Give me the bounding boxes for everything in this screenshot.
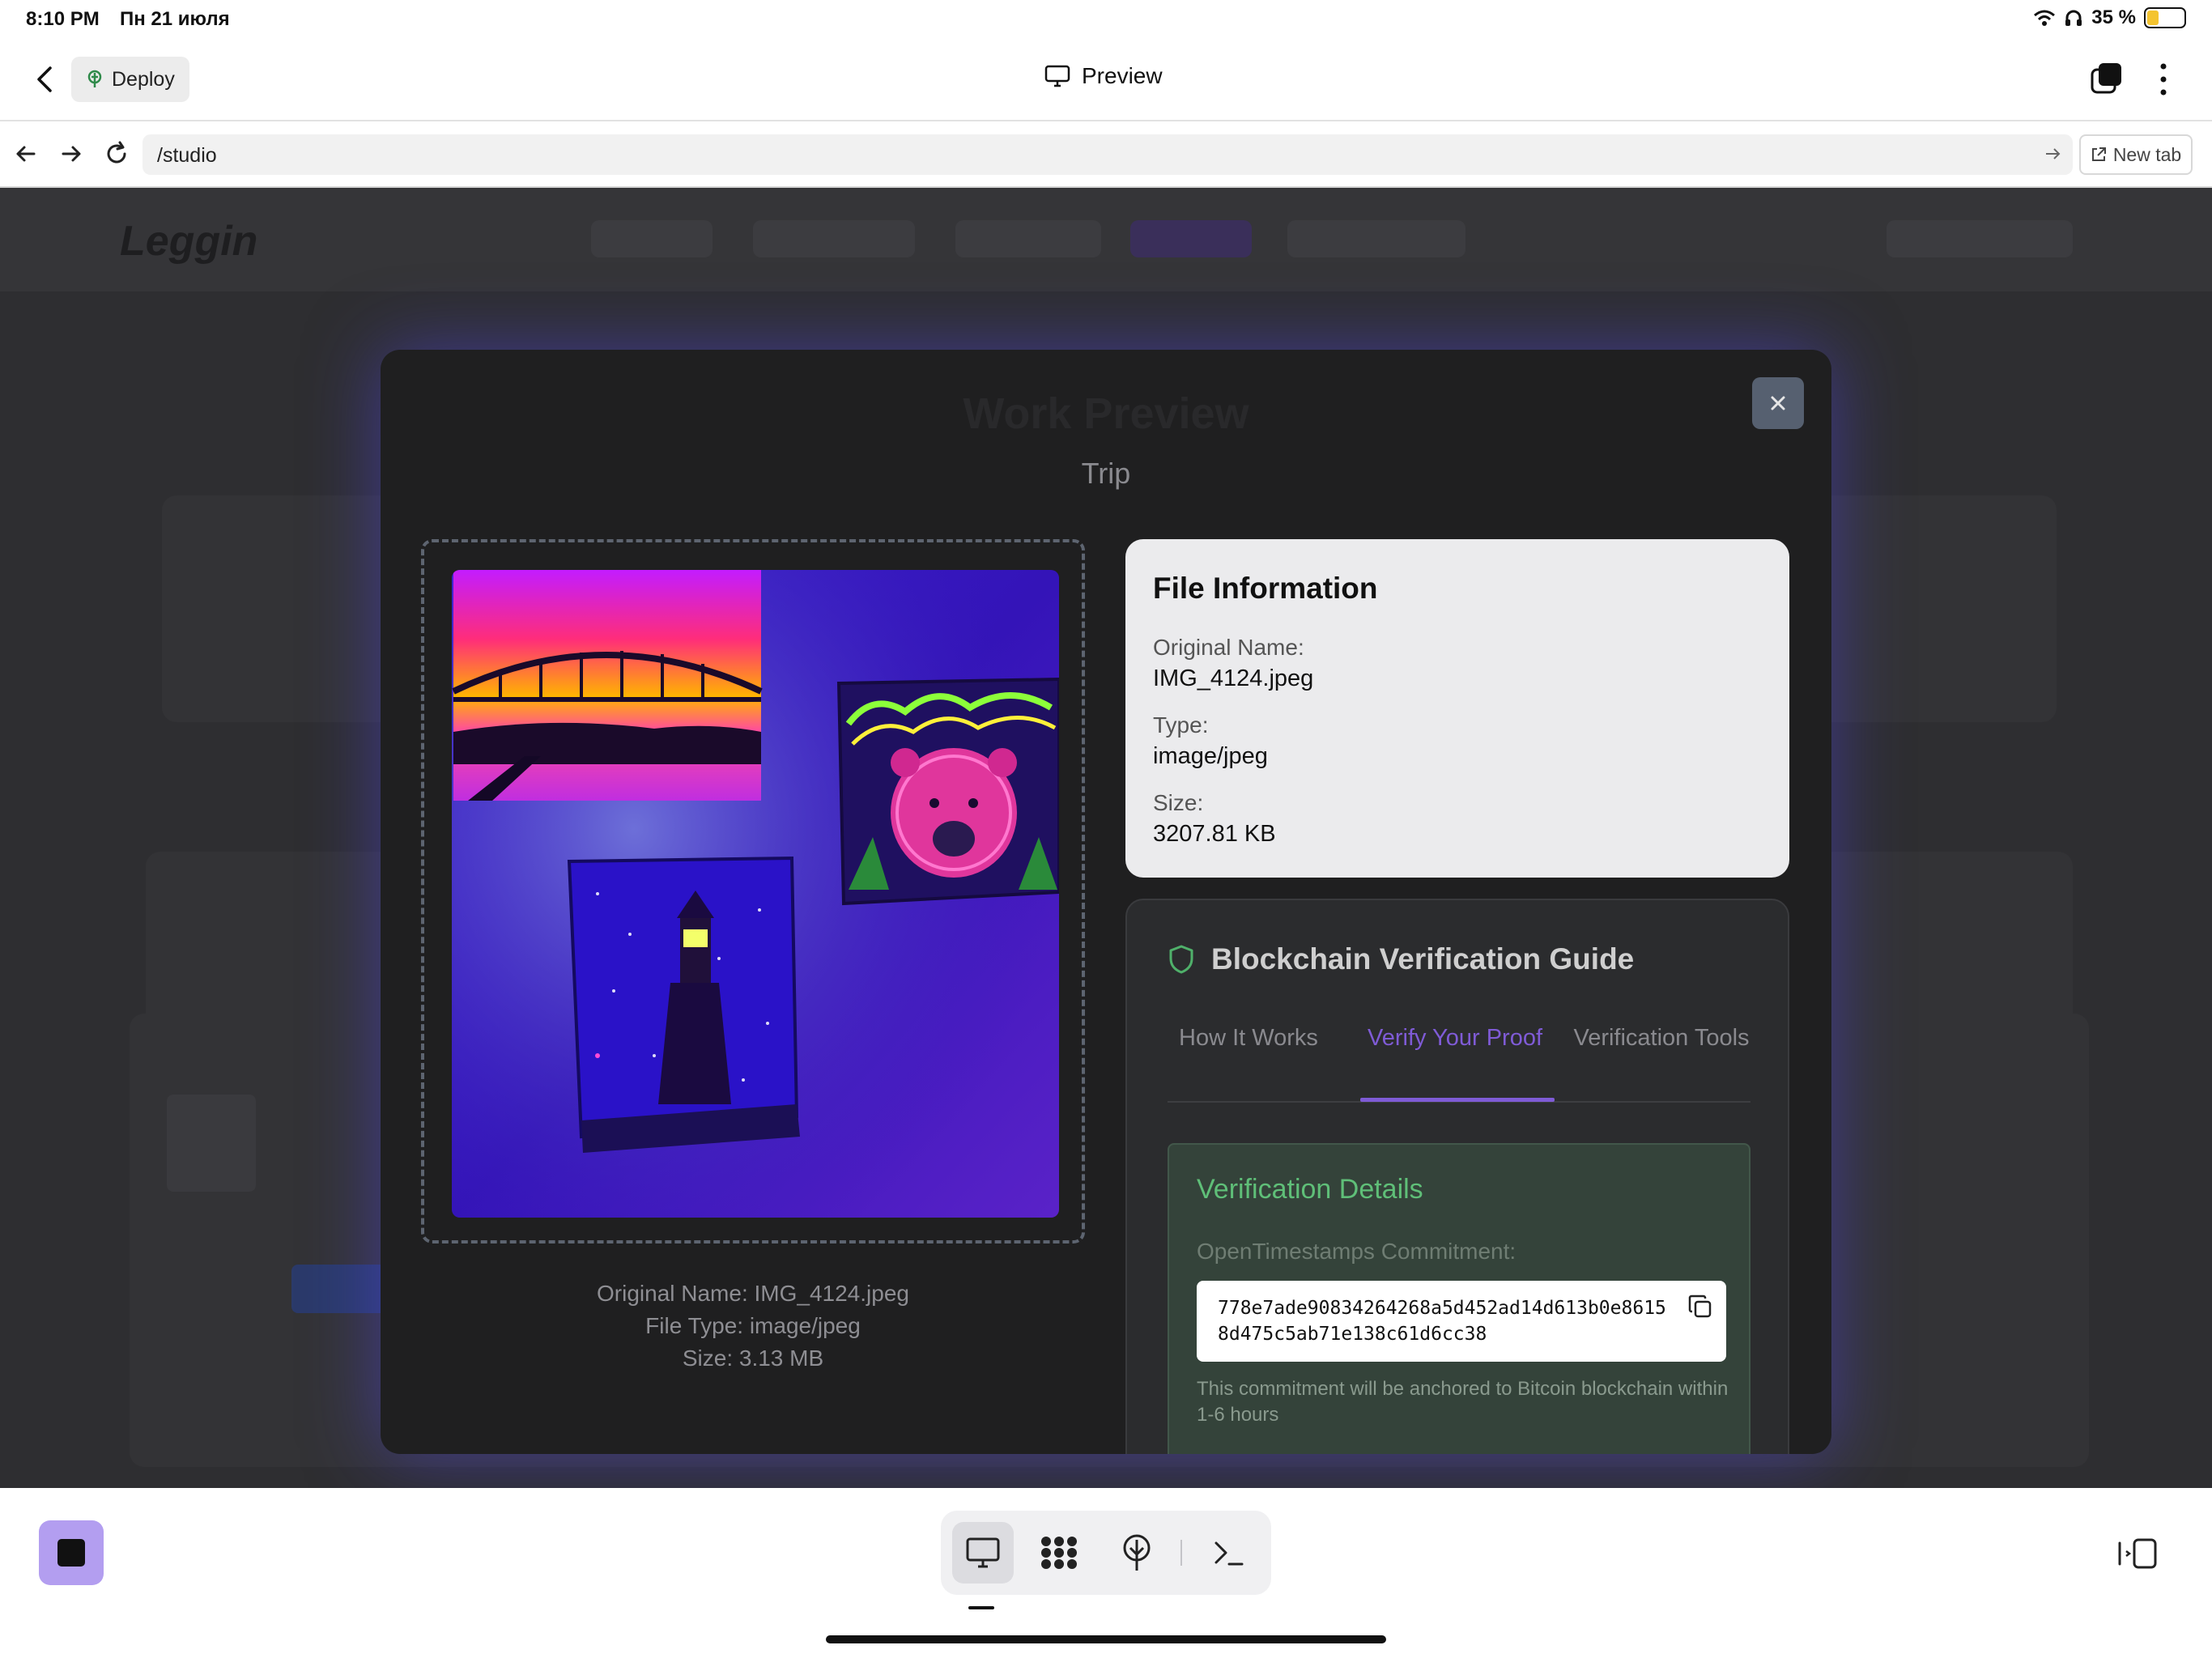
wifi-icon [2034,10,2056,26]
original-name-label: Original Name: [1153,635,1304,660]
status-right: 35 % [2033,6,2186,29]
artwork-photo [452,570,1059,1218]
commitment-hash: 778e7ade90834264268a5d452ad14d613b0e8615… [1218,1298,1666,1345]
copy-icon[interactable] [1687,1294,1713,1320]
new-tab-label: New tab [2112,143,2182,165]
sidebar-toggle-icon[interactable] [2116,1537,2160,1571]
image-preview-frame [421,539,1085,1244]
commitment-note: This commitment will be anchored to Bitc… [1197,1378,1729,1426]
close-icon [1771,396,1785,410]
preview-caption-name: Original Name: IMG_4124.jpeg [597,1281,909,1306]
active-view-underline [968,1606,994,1609]
status-time: 8:10 PM [26,8,100,30]
terminal-icon [1214,1541,1244,1566]
app-bar: Deploy Preview [0,39,2212,121]
type-label: Type: [1153,712,1209,738]
terminal-view-button[interactable] [1198,1522,1260,1584]
go-icon[interactable] [2044,145,2061,163]
monitor-icon [966,1537,1000,1568]
bottom-toolbar [0,1488,2212,1658]
external-link-icon [2091,147,2106,161]
segment-divider [1180,1540,1182,1566]
battery-icon [2144,7,2186,28]
url-bar: /studio New tab [0,121,2212,188]
tree-icon [1123,1534,1151,1571]
url-input[interactable]: /studio [143,134,2073,175]
new-tab-button[interactable]: New tab [2079,134,2193,175]
verification-details-box: Verification Details OpenTimestamps Comm… [1168,1143,1750,1454]
reload-icon[interactable] [102,139,131,168]
verification-details-title: Verification Details [1197,1174,1423,1205]
url-text: /studio [157,144,217,167]
commitment-label: OpenTimestamps Commitment: [1197,1239,1516,1264]
deploy-view-button[interactable] [1106,1522,1168,1584]
background-logo: Leggin [120,218,258,265]
arrow-right-icon[interactable] [57,139,86,168]
size-label: Size: [1153,790,1204,815]
original-name-value: IMG_4124.jpeg [1153,665,1314,691]
modal-ghost-title: Work Preview [963,389,1249,438]
work-preview-modal: Work Preview Trip Original Name: IMG_412… [381,350,1831,1454]
tabs-icon[interactable] [2089,62,2123,96]
status-date: Пн 21 июля [120,8,230,30]
blockchain-guide-card: Blockchain Verification Guide How It Wor… [1125,899,1789,1454]
view-switcher [941,1511,1271,1595]
battery-percent: 35 % [2091,6,2136,28]
file-info-heading: File Information [1153,572,1378,605]
kebab-icon[interactable] [2152,62,2175,97]
headphones-icon [2065,10,2082,26]
tab-verification-tools[interactable]: Verification Tools [1564,1022,1759,1054]
close-button[interactable] [1752,377,1804,429]
preview-view-button[interactable] [952,1522,1014,1584]
preview-caption-size: Size: 3.13 MB [682,1346,824,1371]
preview-caption-type: File Type: image/jpeg [645,1313,861,1338]
type-value: image/jpeg [1153,743,1268,769]
background-nav: Leggin [0,188,2212,291]
preview-label: Preview [1082,63,1163,88]
commitment-hash-field[interactable]: 778e7ade90834264268a5d452ad14d613b0e8615… [1197,1281,1726,1362]
home-indicator [826,1635,1386,1643]
preview-title: Preview [1044,63,1163,89]
tab-verify-your-proof[interactable]: Verify Your Proof [1358,1022,1552,1054]
deploy-label: Deploy [112,67,175,91]
deploy-button[interactable]: Deploy [71,57,189,102]
status-bar: 8:10 PM Пн 21 июля 35 % [0,0,2212,39]
back-icon[interactable] [29,62,62,97]
file-information-card: File Information Original Name: IMG_4124… [1125,539,1789,878]
shield-icon [1169,945,1193,974]
work-title: Trip [1081,457,1131,490]
guide-header: Blockchain Verification Guide [1168,942,1634,976]
active-tab-indicator [1360,1098,1555,1102]
grid-icon [1041,1537,1077,1569]
monitor-icon [1044,65,1070,87]
stop-icon [57,1539,85,1567]
grid-view-button[interactable] [1028,1522,1090,1584]
arrow-left-icon[interactable] [11,139,40,168]
deploy-icon [87,70,102,87]
stop-button[interactable] [39,1520,104,1585]
size-value: 3207.81 KB [1153,821,1276,847]
tab-how-it-works[interactable]: How It Works [1151,1022,1346,1054]
guide-heading: Blockchain Verification Guide [1211,942,1635,976]
